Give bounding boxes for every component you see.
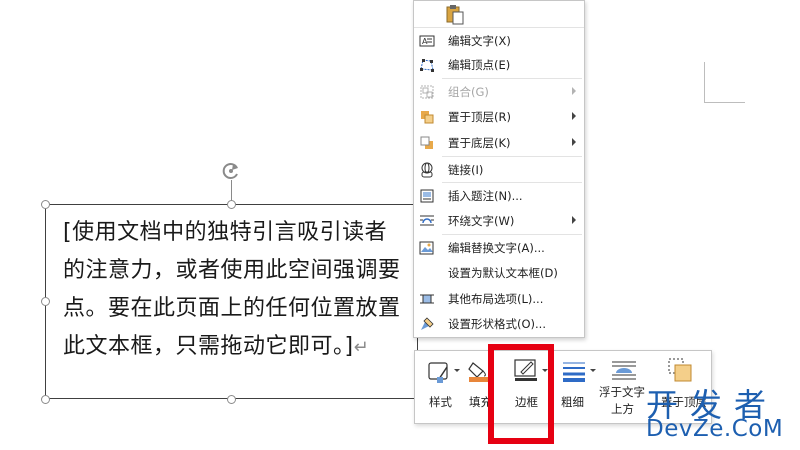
- submenu-arrow-icon: [572, 87, 576, 95]
- menu-label: 设置为默认文本框(D): [448, 266, 558, 280]
- bring-to-front-icon: [419, 109, 435, 125]
- highlight-annotation: [488, 344, 554, 444]
- menu-edit-points[interactable]: 编辑顶点(E): [414, 53, 584, 77]
- menu-send-to-back[interactable]: 置于底层(K): [414, 131, 584, 155]
- weight-button[interactable]: 粗细: [557, 351, 599, 425]
- menu-edit-alt-text[interactable]: 编辑替换文字(A)...: [414, 236, 584, 260]
- menu-label: 插入题注(N)...: [448, 189, 523, 203]
- paragraph-mark: ↵: [353, 337, 370, 358]
- menu-link[interactable]: 链接(I): [414, 158, 584, 182]
- wrap-in-front-icon: [611, 359, 637, 387]
- style-label: 样式: [429, 395, 452, 409]
- rotate-connector: [231, 180, 232, 202]
- resize-handle-top[interactable]: [227, 200, 236, 209]
- menu-wrap-text[interactable]: 环绕文字(W): [414, 209, 584, 233]
- wrap-text-icon: [419, 213, 435, 229]
- menu-bring-to-front[interactable]: 置于顶层(R): [414, 105, 584, 129]
- menu-label: 编辑替换文字(A)...: [448, 241, 545, 255]
- wrap-label-line1: 浮于文字: [599, 385, 645, 399]
- resize-handle-top-left[interactable]: [41, 200, 50, 209]
- menu-label: 编辑顶点(E): [448, 58, 511, 72]
- wrap-in-front-button[interactable]: 浮于文字 上方: [599, 351, 651, 425]
- style-icon: [427, 361, 451, 389]
- resize-handle-bottom[interactable]: [227, 395, 236, 404]
- submenu-arrow-icon: [572, 216, 576, 224]
- watermark-en: DevZe.CoM: [646, 416, 784, 442]
- menu-label: 编辑文字(X): [448, 34, 511, 48]
- group-icon: [419, 84, 435, 100]
- menu-label: 置于底层(K): [448, 136, 511, 150]
- resize-handle-bottom-left[interactable]: [41, 395, 50, 404]
- menu-set-default-textbox[interactable]: 设置为默认文本框(D): [414, 261, 584, 285]
- textbox-content[interactable]: [使用文档中的独特引言吸引读者的注意力，或者使用此空间强调要点。要在此页面上的任…: [63, 214, 408, 367]
- menu-label: 其他布局选项(L)...: [448, 292, 544, 306]
- menu-label: 设置形状格式(O)...: [448, 317, 546, 331]
- submenu-arrow-icon: [572, 138, 576, 146]
- page-corner-mark: [704, 62, 745, 103]
- weight-label: 粗细: [561, 395, 584, 409]
- wrap-label-line2: 上方: [611, 402, 634, 416]
- rotate-handle-icon[interactable]: [220, 160, 242, 182]
- line-weight-icon: [561, 359, 587, 387]
- insert-caption-icon: [419, 188, 435, 204]
- edit-points-icon: [419, 57, 435, 73]
- menu-insert-caption[interactable]: 插入题注(N)...: [414, 184, 584, 208]
- menu-label: 链接(I): [448, 163, 484, 177]
- context-menu: A 编辑文字(X) 编辑顶点(E) 组合(G) 置于顶层(R) 置于底层(K): [413, 0, 585, 338]
- menu-label: 环绕文字(W): [448, 214, 515, 228]
- textbox-text[interactable]: [使用文档中的独特引言吸引读者的注意力，或者使用此空间强调要点。要在此页面上的任…: [63, 220, 401, 359]
- menu-format-shape[interactable]: 设置形状格式(O)...: [414, 312, 584, 336]
- style-dropdown-icon[interactable]: [454, 369, 460, 372]
- menu-separator: [442, 78, 582, 79]
- link-icon: [419, 162, 435, 178]
- alt-text-icon: [419, 240, 435, 256]
- style-button[interactable]: 样式: [419, 351, 461, 425]
- paste-options-row: [414, 1, 584, 28]
- menu-group: 组合(G): [414, 80, 584, 104]
- submenu-arrow-icon: [572, 112, 576, 120]
- menu-separator: [442, 182, 582, 183]
- format-shape-icon: [419, 316, 435, 332]
- send-to-back-icon: [419, 135, 435, 151]
- menu-edit-text[interactable]: A 编辑文字(X): [414, 29, 584, 53]
- weight-dropdown-icon[interactable]: [590, 369, 596, 372]
- menu-label: 置于顶层(R): [448, 110, 511, 124]
- resize-handle-left[interactable]: [41, 297, 50, 306]
- menu-separator: [442, 156, 582, 157]
- menu-label: 组合(G): [448, 85, 489, 99]
- menu-more-layout-options[interactable]: 其他布局选项(L)...: [414, 287, 584, 311]
- edit-text-icon: A: [419, 33, 435, 49]
- paste-icon[interactable]: [444, 3, 466, 29]
- menu-separator: [442, 234, 582, 235]
- layout-options-icon: [419, 291, 435, 307]
